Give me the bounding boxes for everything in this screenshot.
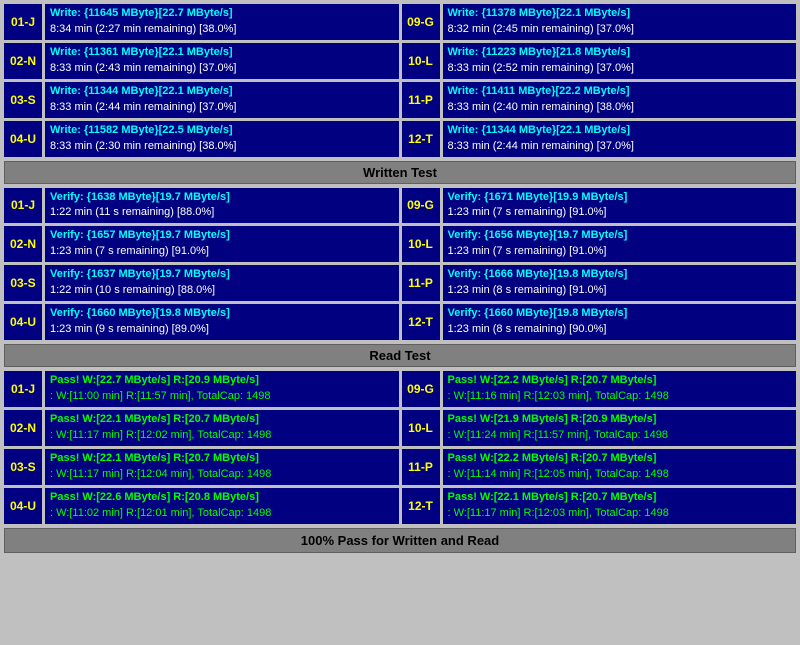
right-data: Pass! W:[22.2 MByte/s] R:[20.7 MByte/s] … <box>443 371 797 407</box>
right-data: Write: {11411 MByte}[22.2 MByte/s] 8:33 … <box>443 82 797 118</box>
left-label: 01-J <box>4 371 42 407</box>
left-label: 03-S <box>4 449 42 485</box>
right-label: 09-G <box>402 4 440 40</box>
table-row: 03-S Verify: {1637 MByte}[19.7 MByte/s] … <box>4 265 796 301</box>
right-data: Write: {11378 MByte}[22.1 MByte/s] 8:32 … <box>443 4 797 40</box>
write-section: 01-J Write: {11645 MByte}[22.7 MByte/s] … <box>4 4 796 157</box>
right-data: Pass! W:[22.2 MByte/s] R:[20.7 MByte/s] … <box>443 449 797 485</box>
right-label: 10-L <box>402 43 440 79</box>
left-data: Verify: {1637 MByte}[19.7 MByte/s] 1:22 … <box>45 265 399 301</box>
left-data: Pass! W:[22.1 MByte/s] R:[20.7 MByte/s] … <box>45 449 399 485</box>
left-data: Pass! W:[22.1 MByte/s] R:[20.7 MByte/s] … <box>45 410 399 446</box>
right-label: 11-P <box>402 265 440 301</box>
left-data: Write: {11344 MByte}[22.1 MByte/s] 8:33 … <box>45 82 399 118</box>
left-label: 03-S <box>4 265 42 301</box>
left-label: 04-U <box>4 304 42 340</box>
right-label: 12-T <box>402 488 440 524</box>
table-row: 01-J Verify: {1638 MByte}[19.7 MByte/s] … <box>4 188 796 224</box>
left-label: 02-N <box>4 410 42 446</box>
table-row: 03-S Write: {11344 MByte}[22.1 MByte/s] … <box>4 82 796 118</box>
right-label: 12-T <box>402 121 440 157</box>
left-data: Write: {11582 MByte}[22.5 MByte/s] 8:33 … <box>45 121 399 157</box>
right-label: 09-G <box>402 371 440 407</box>
right-data: Verify: {1671 MByte}[19.9 MByte/s] 1:23 … <box>443 188 797 224</box>
left-data: Verify: {1638 MByte}[19.7 MByte/s] 1:22 … <box>45 188 399 224</box>
right-label: 12-T <box>402 304 440 340</box>
table-row: 04-U Pass! W:[22.6 MByte/s] R:[20.8 MByt… <box>4 488 796 524</box>
verify-section: 01-J Verify: {1638 MByte}[19.7 MByte/s] … <box>4 188 796 341</box>
left-label: 04-U <box>4 488 42 524</box>
left-label: 02-N <box>4 43 42 79</box>
right-data: Pass! W:[22.1 MByte/s] R:[20.7 MByte/s] … <box>443 488 797 524</box>
pass-section: 01-J Pass! W:[22.7 MByte/s] R:[20.9 MByt… <box>4 371 796 524</box>
right-label: 09-G <box>402 188 440 224</box>
main-container: 01-J Write: {11645 MByte}[22.7 MByte/s] … <box>0 0 800 557</box>
left-label: 02-N <box>4 226 42 262</box>
right-label: 11-P <box>402 82 440 118</box>
left-data: Verify: {1660 MByte}[19.8 MByte/s] 1:23 … <box>45 304 399 340</box>
table-row: 02-N Write: {11361 MByte}[22.1 MByte/s] … <box>4 43 796 79</box>
left-data: Verify: {1657 MByte}[19.7 MByte/s] 1:23 … <box>45 226 399 262</box>
table-row: 03-S Pass! W:[22.1 MByte/s] R:[20.7 MByt… <box>4 449 796 485</box>
left-label: 01-J <box>4 188 42 224</box>
right-data: Write: {11344 MByte}[22.1 MByte/s] 8:33 … <box>443 121 797 157</box>
right-data: Verify: {1656 MByte}[19.7 MByte/s] 1:23 … <box>443 226 797 262</box>
right-data: Write: {11223 MByte}[21.8 MByte/s] 8:33 … <box>443 43 797 79</box>
left-data: Write: {11645 MByte}[22.7 MByte/s] 8:34 … <box>45 4 399 40</box>
right-label: 10-L <box>402 226 440 262</box>
right-data: Verify: {1666 MByte}[19.8 MByte/s] 1:23 … <box>443 265 797 301</box>
table-row: 01-J Pass! W:[22.7 MByte/s] R:[20.9 MByt… <box>4 371 796 407</box>
table-row: 04-U Write: {11582 MByte}[22.5 MByte/s] … <box>4 121 796 157</box>
left-data: Pass! W:[22.6 MByte/s] R:[20.8 MByte/s] … <box>45 488 399 524</box>
left-label: 03-S <box>4 82 42 118</box>
left-label: 01-J <box>4 4 42 40</box>
right-label: 10-L <box>402 410 440 446</box>
right-data: Pass! W:[21.9 MByte/s] R:[20.9 MByte/s] … <box>443 410 797 446</box>
table-row: 04-U Verify: {1660 MByte}[19.8 MByte/s] … <box>4 304 796 340</box>
right-data: Verify: {1660 MByte}[19.8 MByte/s] 1:23 … <box>443 304 797 340</box>
left-data: Pass! W:[22.7 MByte/s] R:[20.9 MByte/s] … <box>45 371 399 407</box>
read-test-header: Read Test <box>4 344 796 367</box>
written-test-header: Written Test <box>4 161 796 184</box>
right-label: 11-P <box>402 449 440 485</box>
left-data: Write: {11361 MByte}[22.1 MByte/s] 8:33 … <box>45 43 399 79</box>
table-row: 02-N Verify: {1657 MByte}[19.7 MByte/s] … <box>4 226 796 262</box>
left-label: 04-U <box>4 121 42 157</box>
table-row: 02-N Pass! W:[22.1 MByte/s] R:[20.7 MByt… <box>4 410 796 446</box>
footer-bar: 100% Pass for Written and Read <box>4 528 796 553</box>
table-row: 01-J Write: {11645 MByte}[22.7 MByte/s] … <box>4 4 796 40</box>
